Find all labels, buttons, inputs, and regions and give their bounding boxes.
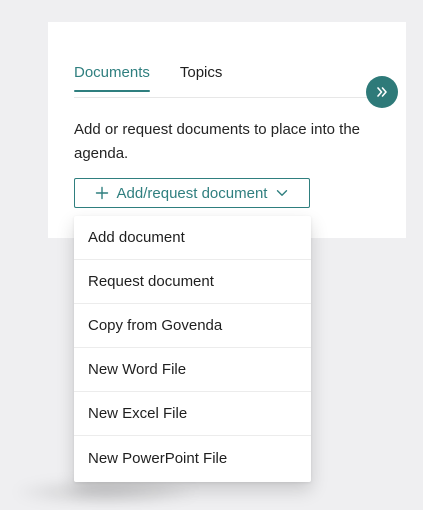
menu-item-copy-from-govenda[interactable]: Copy from Govenda xyxy=(74,304,311,348)
tab-topics-label: Topics xyxy=(179,64,223,81)
agenda-panel: Documents Topics Add or request document… xyxy=(48,22,406,238)
menu-item-label: New PowerPoint File xyxy=(88,449,228,467)
tab-documents-label: Documents xyxy=(74,64,150,81)
menu-item-new-excel-file[interactable]: New Excel File xyxy=(74,392,311,436)
add-request-document-menu: Add document Request document Copy from … xyxy=(74,216,311,482)
tab-documents[interactable]: Documents xyxy=(74,64,150,92)
menu-item-label: Add document xyxy=(88,229,185,246)
menu-item-new-word-file[interactable]: New Word File xyxy=(74,348,311,392)
menu-item-label: New Word File xyxy=(88,361,187,378)
tab-topics[interactable]: Topics xyxy=(180,64,223,92)
plus-icon xyxy=(95,186,109,200)
panel-description: Add or request documents to place into t… xyxy=(74,121,361,162)
tabs-divider xyxy=(74,97,376,98)
dropdown-shadow xyxy=(16,480,196,504)
add-request-document-button[interactable]: Add/request document xyxy=(74,178,310,208)
menu-item-add-document[interactable]: Add document xyxy=(74,216,311,260)
menu-item-label: Request document xyxy=(88,273,214,290)
menu-item-new-powerpoint-file[interactable]: New PowerPoint File xyxy=(74,436,311,480)
tab-strip: Documents Topics xyxy=(74,64,222,92)
chevron-down-icon xyxy=(275,186,289,200)
expand-button[interactable] xyxy=(366,76,398,108)
menu-item-label: Copy from Govenda xyxy=(88,317,223,334)
add-request-document-label: Add/request document xyxy=(116,184,268,202)
menu-item-label: New Excel File xyxy=(88,405,188,422)
menu-item-request-document[interactable]: Request document xyxy=(74,260,311,304)
double-chevron-right-icon xyxy=(375,85,389,99)
